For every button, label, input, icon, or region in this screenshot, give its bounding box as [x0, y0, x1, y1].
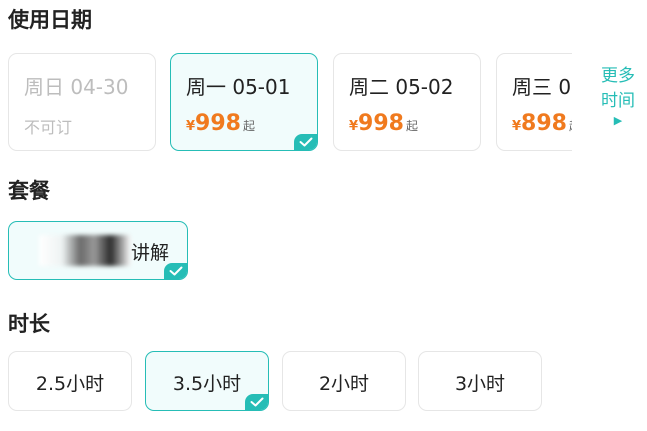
price: ¥998 起	[186, 111, 255, 136]
duration-option-3-5h[interactable]: 3.5小时	[145, 351, 269, 411]
check-icon	[294, 134, 317, 150]
price-suffix: 起	[405, 119, 418, 133]
duration-option-2-5h[interactable]: 2.5小时	[8, 351, 132, 411]
package-option[interactable]: 讲解	[8, 221, 188, 280]
price: ¥998 起	[349, 111, 418, 136]
check-icon	[164, 263, 187, 279]
duration-label: 3.5小时	[172, 373, 242, 395]
date-card-tue[interactable]: 周二 05-02 ¥998 起	[333, 53, 481, 151]
date-label: 周一 05-01	[186, 75, 291, 99]
currency-symbol: ¥	[186, 119, 196, 134]
currency-symbol: ¥	[512, 119, 522, 134]
duration-label: 2.5小时	[35, 373, 105, 395]
price-suffix: 起	[569, 119, 572, 133]
section-title-date: 使用日期	[8, 8, 92, 32]
duration-option-3h[interactable]: 3小时	[418, 351, 542, 411]
date-card-wed[interactable]: 周三 05-03 ¥898起	[496, 53, 572, 151]
duration-option-2h[interactable]: 2小时	[282, 351, 406, 411]
date-label: 周日 04-30	[24, 75, 129, 99]
currency-symbol: ¥	[349, 119, 359, 134]
more-time-line1: 更多	[601, 66, 635, 86]
date-card-sun: 周日 04-30 不可订	[8, 53, 156, 151]
check-icon	[245, 394, 268, 410]
play-arrow-icon: ▶	[613, 114, 623, 127]
redacted-image	[39, 235, 131, 266]
more-time-line2: 时间	[601, 91, 635, 111]
package-label: 讲解	[131, 242, 170, 264]
price: ¥898起	[512, 111, 572, 136]
section-title-duration: 时长	[8, 312, 50, 336]
date-label: 周二 05-02	[349, 75, 454, 99]
date-card-mon[interactable]: 周一 05-01 ¥998 起	[170, 53, 318, 151]
date-scroller[interactable]: 周日 04-30 不可订 周一 05-01 ¥998 起 周二 05-02 ¥99…	[0, 40, 572, 164]
section-title-package: 套餐	[8, 179, 50, 203]
price-value: 998	[358, 111, 404, 136]
duration-label: 3小时	[454, 373, 506, 395]
more-time-button[interactable]: 更多 时间 ▶	[596, 64, 640, 128]
duration-label: 2小时	[318, 373, 370, 395]
price-suffix: 起	[242, 119, 255, 133]
price-value: 898	[521, 111, 567, 136]
date-label: 周三 05-03	[512, 75, 572, 99]
unavailable-label: 不可订	[24, 118, 73, 137]
price-value: 998	[195, 111, 241, 136]
